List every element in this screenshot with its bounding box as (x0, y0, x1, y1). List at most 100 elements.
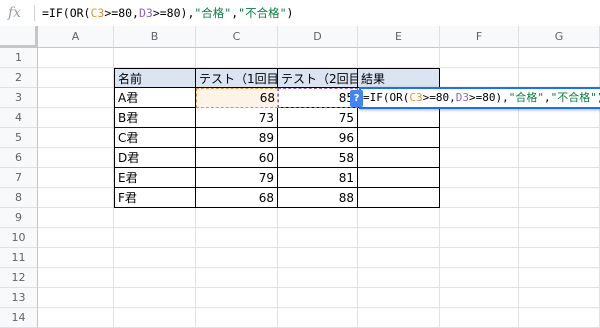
cell-f10[interactable] (440, 228, 519, 248)
cell-a2[interactable] (38, 68, 114, 88)
row-header-5[interactable]: 5 (0, 128, 38, 148)
formula-input[interactable]: =IF(OR(C3>=80,D3>=80),"合格","不合格") (42, 4, 293, 22)
result-cell[interactable] (358, 168, 440, 188)
cell-a12[interactable] (38, 268, 114, 288)
result-cell[interactable] (358, 188, 440, 208)
cell-g10[interactable] (519, 228, 600, 248)
cell-b9[interactable] (114, 208, 196, 228)
cell-d14[interactable] (278, 308, 358, 328)
cell-g2[interactable] (519, 68, 600, 88)
cell-f13[interactable] (440, 288, 519, 308)
cell-c9[interactable] (196, 208, 278, 228)
cell-g8[interactable] (519, 188, 600, 208)
cell-g6[interactable] (519, 148, 600, 168)
cell-a10[interactable] (38, 228, 114, 248)
name-cell[interactable]: B君 (114, 108, 196, 128)
cell-f1[interactable] (440, 48, 519, 68)
row-header-10[interactable]: 10 (0, 228, 38, 248)
column-header-g[interactable]: G (519, 26, 600, 48)
column-header-d[interactable]: D (278, 26, 358, 48)
row-header-12[interactable]: 12 (0, 268, 38, 288)
cell-e1[interactable] (358, 48, 440, 68)
cell-a6[interactable] (38, 148, 114, 168)
cell-editor-e3[interactable]: =IF(OR(C3>=80,D3>=80),"合格","不合格") (359, 87, 600, 109)
name-cell[interactable]: A君 (114, 88, 196, 108)
cell-e13[interactable] (358, 288, 440, 308)
test1-score-cell[interactable]: 79 (196, 168, 278, 188)
cell-f4[interactable] (440, 108, 519, 128)
cell-f7[interactable] (440, 168, 519, 188)
cell-f8[interactable] (440, 188, 519, 208)
row-header-8[interactable]: 8 (0, 188, 38, 208)
row-header-6[interactable]: 6 (0, 148, 38, 168)
cell-d13[interactable] (278, 288, 358, 308)
test2-score-cell[interactable]: 96 (278, 128, 358, 148)
cell-b10[interactable] (114, 228, 196, 248)
cell-f11[interactable] (440, 248, 519, 268)
cell-a8[interactable] (38, 188, 114, 208)
row-header-2[interactable]: 2 (0, 68, 38, 88)
test1-score-cell[interactable]: 73 (196, 108, 278, 128)
column-header-e[interactable]: E (358, 26, 440, 48)
row-header-9[interactable]: 9 (0, 208, 38, 228)
cell-c12[interactable] (196, 268, 278, 288)
select-all-corner[interactable] (0, 26, 38, 48)
row-header-3[interactable]: 3 (0, 88, 38, 108)
cell-f5[interactable] (440, 128, 519, 148)
cell-a4[interactable] (38, 108, 114, 128)
cell-e12[interactable] (358, 268, 440, 288)
cell-c14[interactable] (196, 308, 278, 328)
cell-f6[interactable] (440, 148, 519, 168)
cell-a13[interactable] (38, 288, 114, 308)
cell-b1[interactable] (114, 48, 196, 68)
row-header-13[interactable]: 13 (0, 288, 38, 308)
cell-e10[interactable] (358, 228, 440, 248)
cell-d11[interactable] (278, 248, 358, 268)
cell-c13[interactable] (196, 288, 278, 308)
cell-g11[interactable] (519, 248, 600, 268)
test2-score-cell[interactable]: 81 (278, 168, 358, 188)
cell-f12[interactable] (440, 268, 519, 288)
cell-d1[interactable] (278, 48, 358, 68)
cell-g5[interactable] (519, 128, 600, 148)
row-header-14[interactable]: 14 (0, 308, 38, 328)
cell-c1[interactable] (196, 48, 278, 68)
result-cell[interactable] (358, 128, 440, 148)
cell-c10[interactable] (196, 228, 278, 248)
cell-f2[interactable] (440, 68, 519, 88)
cell-b14[interactable] (114, 308, 196, 328)
cell-b13[interactable] (114, 288, 196, 308)
name-cell[interactable]: C君 (114, 128, 196, 148)
cell-c11[interactable] (196, 248, 278, 268)
test2-score-cell[interactable]: 58 (278, 148, 358, 168)
cell-e14[interactable] (358, 308, 440, 328)
column-header-b[interactable]: B (114, 26, 196, 48)
cell-b11[interactable] (114, 248, 196, 268)
cell-g1[interactable] (519, 48, 600, 68)
spreadsheet-grid[interactable]: ABCDEFG1234567891011121314名前テスト（1回目）テスト（… (0, 26, 600, 328)
cell-e11[interactable] (358, 248, 440, 268)
row-header-4[interactable]: 4 (0, 108, 38, 128)
row-header-7[interactable]: 7 (0, 168, 38, 188)
cell-a14[interactable] (38, 308, 114, 328)
name-cell[interactable]: D君 (114, 148, 196, 168)
name-cell[interactable]: E君 (114, 168, 196, 188)
cell-g13[interactable] (519, 288, 600, 308)
test2-score-cell[interactable]: 88 (278, 188, 358, 208)
row-header-1[interactable]: 1 (0, 48, 38, 68)
row-header-11[interactable]: 11 (0, 248, 38, 268)
cell-g4[interactable] (519, 108, 600, 128)
cell-b12[interactable] (114, 268, 196, 288)
cell-g7[interactable] (519, 168, 600, 188)
test1-score-cell[interactable]: 68 (196, 188, 278, 208)
result-cell[interactable] (358, 148, 440, 168)
column-header-a[interactable]: A (38, 26, 114, 48)
cell-a5[interactable] (38, 128, 114, 148)
formula-help-icon[interactable]: ? (350, 90, 363, 107)
cell-g9[interactable] (519, 208, 600, 228)
test2-score-cell[interactable]: 75 (278, 108, 358, 128)
cell-a9[interactable] (38, 208, 114, 228)
cell-a1[interactable] (38, 48, 114, 68)
cell-a11[interactable] (38, 248, 114, 268)
column-header-f[interactable]: F (440, 26, 519, 48)
